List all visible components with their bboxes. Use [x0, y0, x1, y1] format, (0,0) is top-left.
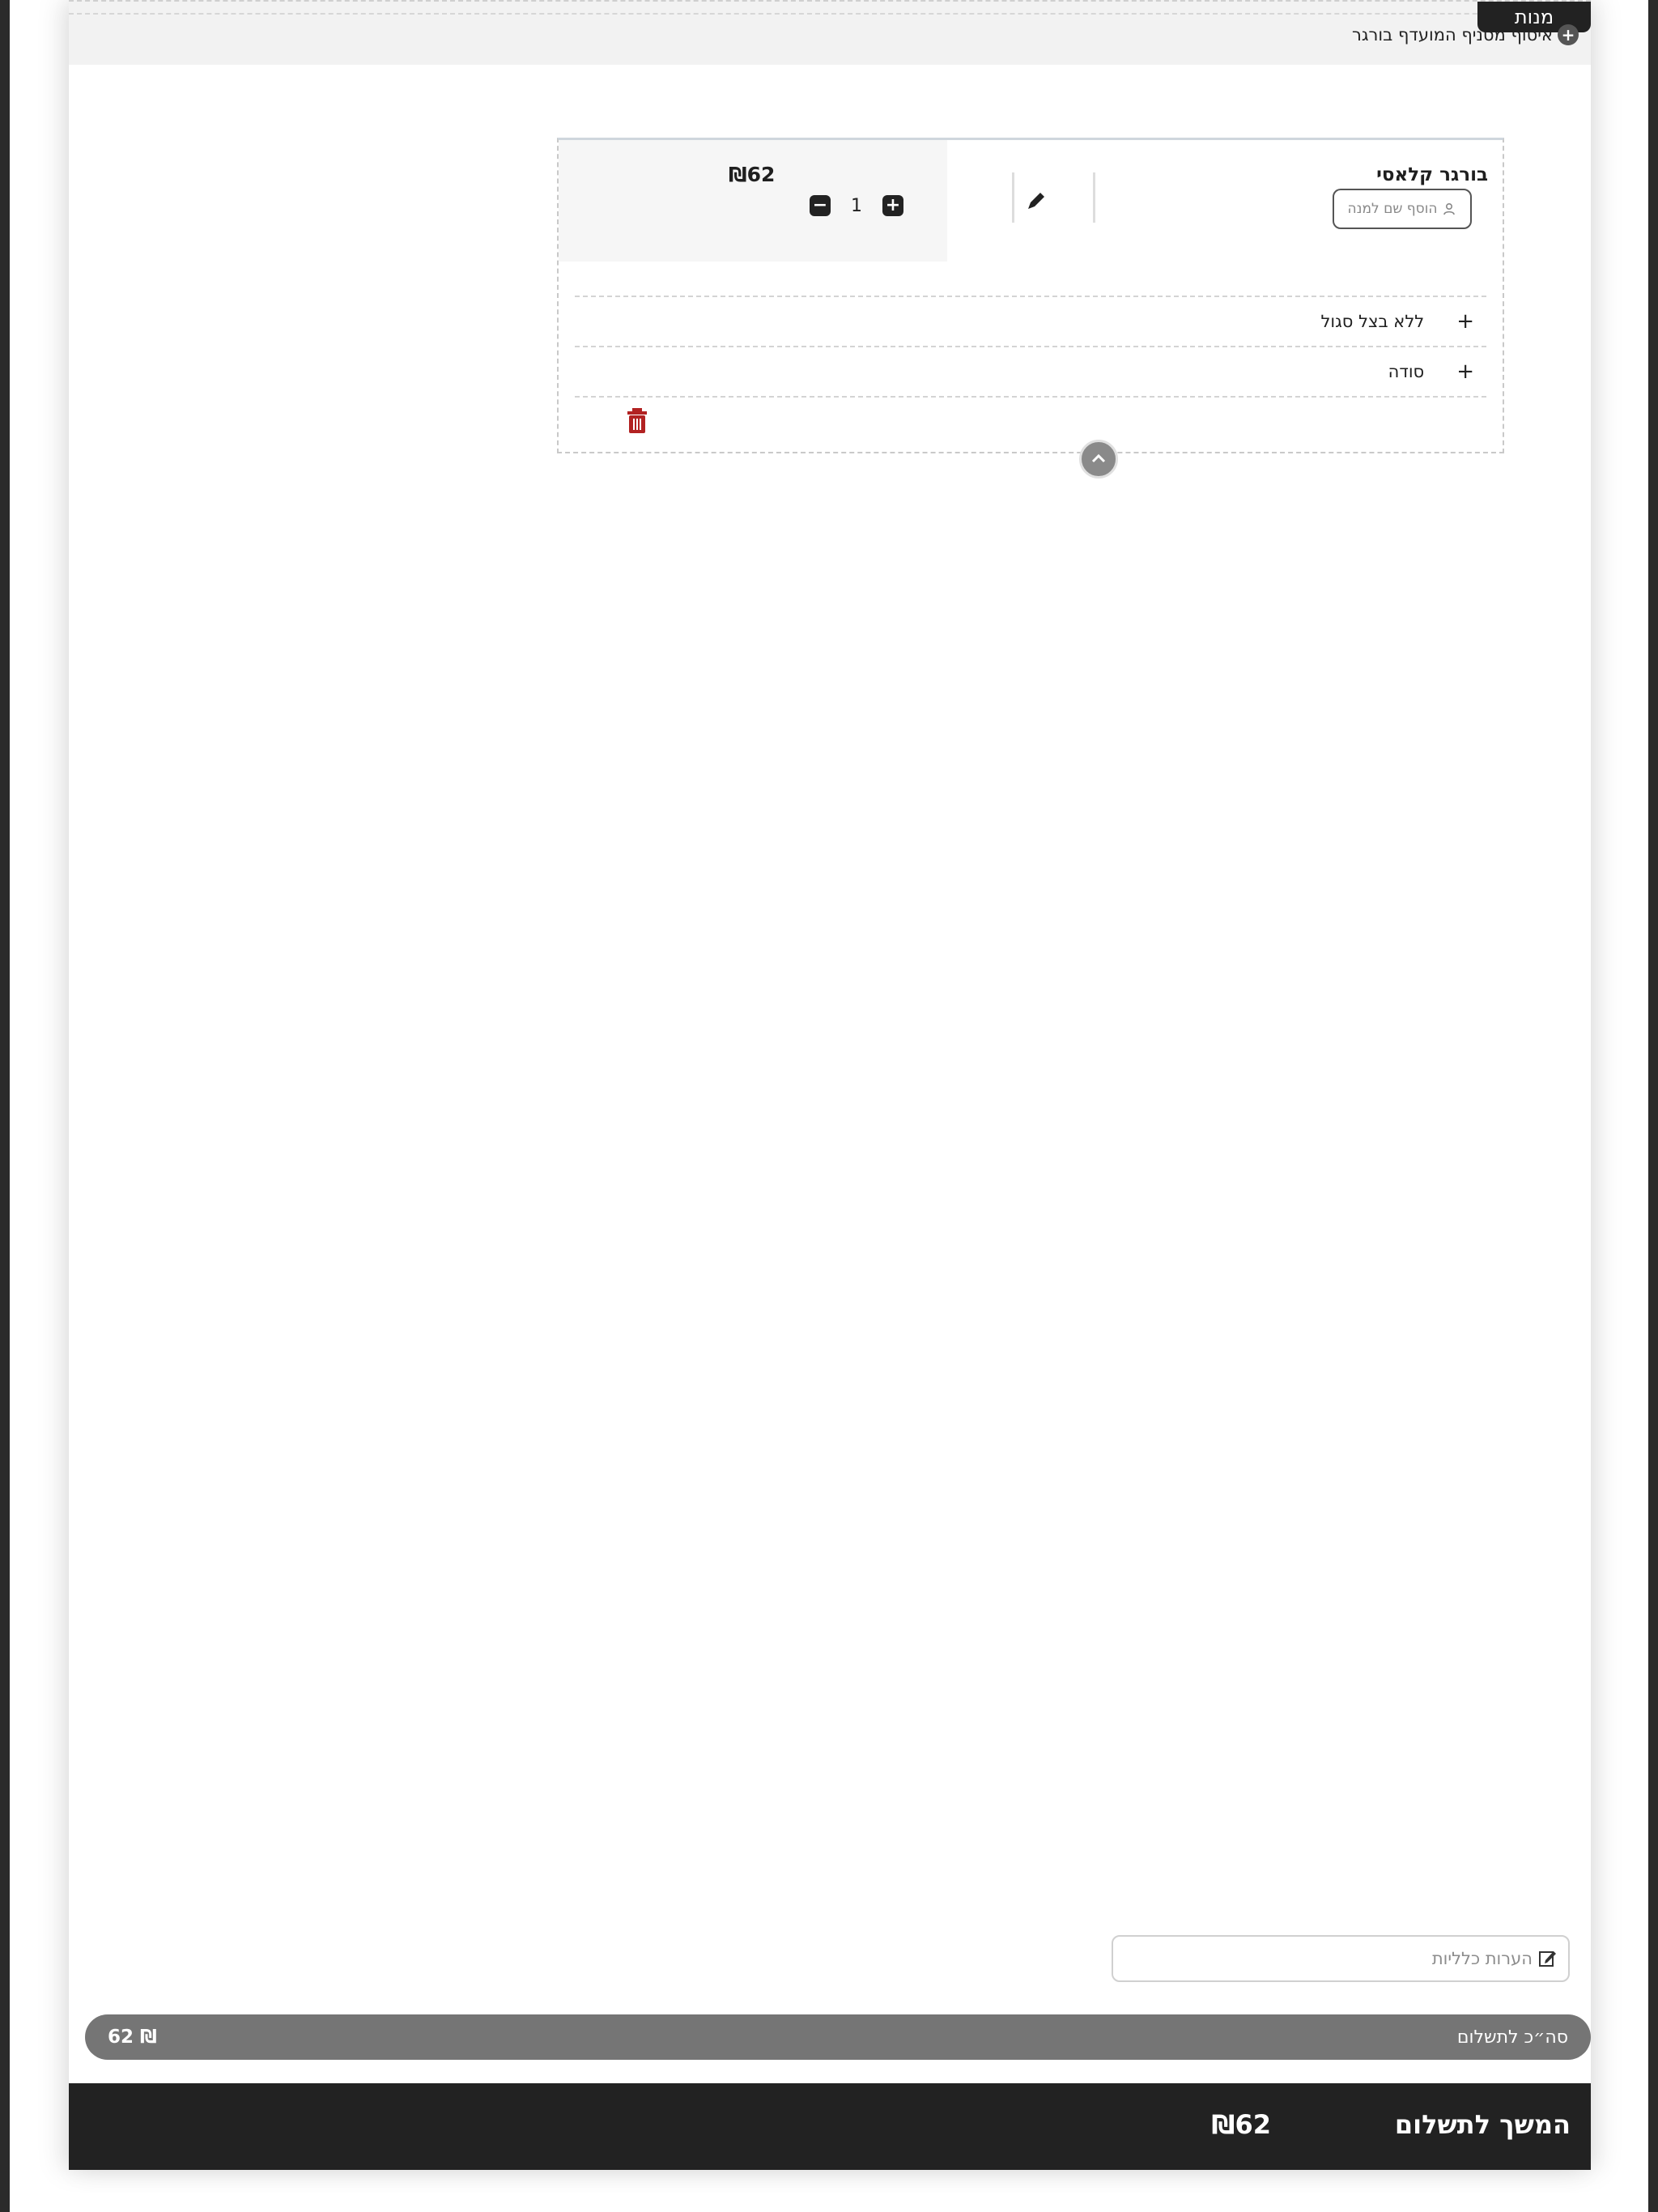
cart-item-card: בורגר קלאסי הוסף שם למנה ₪62 − 1 + + ללא…: [557, 138, 1504, 453]
trash-icon[interactable]: [625, 407, 649, 435]
pencil-icon: [1028, 193, 1044, 209]
total-label: סה״כ לתשלום: [1456, 2027, 1568, 2048]
add-extra-link[interactable]: + איסוף מסניף המועדף בורגר: [1352, 24, 1579, 45]
quantity-value: 1: [851, 195, 862, 216]
total-bar: סה״כ לתשלום ₪ 62: [85, 2014, 1591, 2060]
checkout-button[interactable]: המשך לתשלום ₪62: [69, 2083, 1591, 2170]
plus-icon: +: [1456, 359, 1474, 384]
divider-vertical: [1093, 172, 1095, 223]
edit-item-button[interactable]: [1020, 185, 1052, 217]
modifier-label: סודה: [1388, 362, 1425, 381]
divider: [69, 13, 1591, 15]
modifier-row[interactable]: + סודה: [575, 346, 1486, 396]
decrease-button[interactable]: −: [810, 195, 831, 216]
checkout-price: ₪62: [1211, 2109, 1271, 2140]
plus-icon: +: [885, 195, 901, 215]
top-strip: מנות + איסוף מסניף המועדף בורגר: [69, 0, 1591, 65]
general-notes-field[interactable]: הערות כלליות: [1112, 1935, 1570, 1982]
increase-button[interactable]: +: [882, 195, 903, 216]
plus-circle-icon: +: [1558, 24, 1579, 45]
general-notes-placeholder: הערות כלליות: [1431, 1949, 1533, 1968]
add-extra-label: איסוף מסניף המועדף בורגר: [1352, 25, 1553, 45]
minus-icon: −: [812, 195, 828, 215]
modifier-label: ללא בצל סגול: [1320, 312, 1425, 331]
add-name-button[interactable]: הוסף שם למנה: [1333, 189, 1472, 229]
total-amount: ₪ 62: [108, 2027, 157, 2048]
collapse-button[interactable]: [1079, 440, 1118, 479]
quantity-stepper: − 1 +: [810, 195, 903, 216]
right-edge: [1648, 0, 1658, 2212]
add-name-label: הוסף שם למנה: [1347, 201, 1438, 217]
left-edge: [0, 0, 10, 2212]
card-footer: [575, 396, 1486, 398]
checkout-label: המשך לתשלום: [1394, 2109, 1571, 2140]
item-name: בורגר קלאסי: [1376, 164, 1488, 185]
edit-note-icon: [1539, 1951, 1556, 1967]
divider-vertical: [1012, 172, 1014, 223]
plus-icon: +: [1456, 309, 1474, 334]
item-price: ₪62: [729, 163, 776, 186]
chevron-up-icon: [1091, 453, 1106, 463]
cart-panel: מנות + איסוף מסניף המועדף בורגר בורגר קל…: [69, 0, 1591, 2170]
person-icon: [1443, 202, 1456, 215]
modifier-row[interactable]: + ללא בצל סגול: [575, 296, 1486, 346]
